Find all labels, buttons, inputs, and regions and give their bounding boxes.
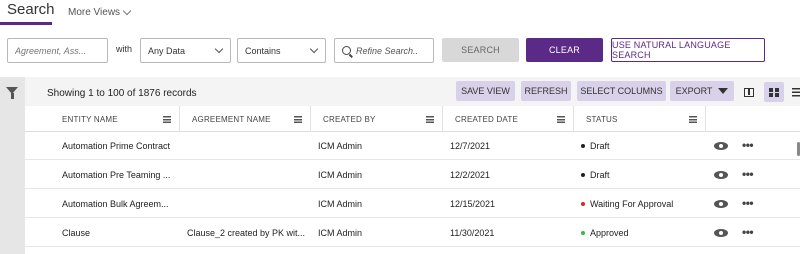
save-view-button[interactable]: SAVE VIEW [456,81,515,101]
clear-button[interactable]: CLEAR [526,38,603,62]
column-header-entity-name[interactable]: ENTITY NAME [50,106,180,132]
column-header-label: CREATED BY [323,114,376,124]
grid-view-button[interactable] [764,82,784,102]
status-dot [581,202,585,206]
left-rail [0,77,25,254]
column-header-created-by[interactable]: CREATED BY [311,106,443,132]
table-header-row: ENTITY NAME AGREEMENT NAME CREATED BY CR… [25,106,800,132]
operator-select[interactable]: Contains [237,38,326,63]
refresh-button[interactable]: REFRESH [521,81,571,101]
table-row[interactable]: Automation Pre Teaming ... ICM Admin 12/… [25,161,800,189]
entity-name-cell[interactable]: Clause [50,219,180,247]
status-label: Waiting For Approval [590,199,674,209]
column-header-label: ENTITY NAME [62,114,118,124]
table-row[interactable]: Clause Clause_2 created by PK wit... ICM… [25,219,800,247]
status-dot [581,231,585,235]
filter-icon[interactable] [6,87,18,99]
entity-name-cell[interactable]: Automation Bulk Agreem... [50,190,180,218]
column-header-created-date[interactable]: CREATED DATE [443,106,574,132]
page-title: Search [7,1,55,18]
created-by-cell: ICM Admin [318,170,363,180]
more-actions-icon[interactable]: ••• [742,225,754,239]
column-menu-icon[interactable] [426,115,434,123]
view-eye-icon[interactable] [714,229,728,237]
refine-search-input[interactable]: Refine Search.. [334,38,434,63]
column-header-label: CREATED DATE [455,114,518,124]
status-cell: Waiting For Approval [569,190,706,218]
status-label: Draft [590,170,610,180]
entity-name-cell[interactable]: Automation Prime Contract [50,132,180,160]
more-actions-icon[interactable]: ••• [742,138,754,152]
record-count: Showing 1 to 100 of 1876 records [47,88,197,99]
column-menu-icon[interactable] [689,115,697,123]
caret-down-icon [718,88,729,94]
column-menu-icon[interactable] [163,115,171,123]
view-eye-icon[interactable] [714,200,728,208]
created-date-cell: 12/7/2021 [450,141,491,151]
entity-name-cell[interactable]: Automation Pre Teaming ... [50,161,180,189]
column-header-status[interactable]: STATUS [574,106,706,132]
agreement-name-cell [175,190,311,218]
column-header-label: AGREEMENT NAME [192,114,271,124]
agreement-name-cell [175,132,311,160]
created-date-cell: 12/15/2021 [450,199,496,209]
status-cell: Draft [569,132,706,160]
field-select[interactable]: Any Data [140,38,231,63]
chevron-down-icon [309,44,319,54]
more-actions-icon[interactable]: ••• [742,167,754,181]
table-row[interactable]: Automation Bulk Agreem... ICM Admin 12/1… [25,190,800,218]
agreement-name-cell [175,161,311,189]
status-cell: Draft [569,161,706,189]
natural-language-search-button[interactable]: USE NATURAL LANGUAGE SEARCH [611,38,765,62]
status-cell: Approved [569,219,706,247]
search-icon [342,46,351,55]
column-menu-icon[interactable] [557,115,565,123]
more-actions-icon[interactable]: ••• [742,196,754,210]
column-view-button[interactable] [739,82,759,102]
more-views-label: More Views [68,7,121,18]
more-views-dropdown[interactable]: More Views [68,6,132,18]
refine-search-placeholder: Refine Search.. [356,45,419,56]
view-eye-icon[interactable] [714,142,728,150]
view-eye-icon[interactable] [714,171,728,179]
column-header-label: STATUS [586,114,618,124]
created-by-cell: ICM Admin [318,228,363,238]
grid-icon [769,87,779,97]
column-menu-icon[interactable] [294,115,302,123]
status-label: Draft [590,141,610,151]
agreement-name-cell: Clause_2 created by PK wit... [187,228,306,238]
export-button[interactable]: EXPORT [670,81,734,101]
active-tab-indicator [0,22,52,25]
status-dot [581,173,585,177]
status-dot [581,144,585,148]
list-view-button[interactable] [787,82,800,102]
status-label: Approved [590,228,629,238]
created-date-cell: 12/2/2021 [450,170,491,180]
with-label: with [116,44,133,54]
chevron-down-icon [122,6,132,16]
list-icon [792,87,800,97]
created-by-cell: ICM Admin [318,141,363,151]
search-button[interactable]: SEARCH [442,38,519,62]
keyword-input[interactable] [7,38,108,63]
select-columns-button[interactable]: SELECT COLUMNS [577,81,666,101]
columns-icon [744,87,754,97]
field-select-value: Any Data [148,45,186,56]
created-by-cell: ICM Admin [318,199,363,209]
chevron-down-icon [214,44,224,54]
column-header-agreement-name[interactable]: AGREEMENT NAME [180,106,311,132]
table-row[interactable]: Automation Prime Contract ICM Admin 12/7… [25,132,800,160]
title-bar: Search More Views [0,0,800,26]
export-label: EXPORT [675,86,713,96]
created-date-cell: 11/30/2021 [450,228,495,238]
operator-select-value: Contains [245,45,281,56]
